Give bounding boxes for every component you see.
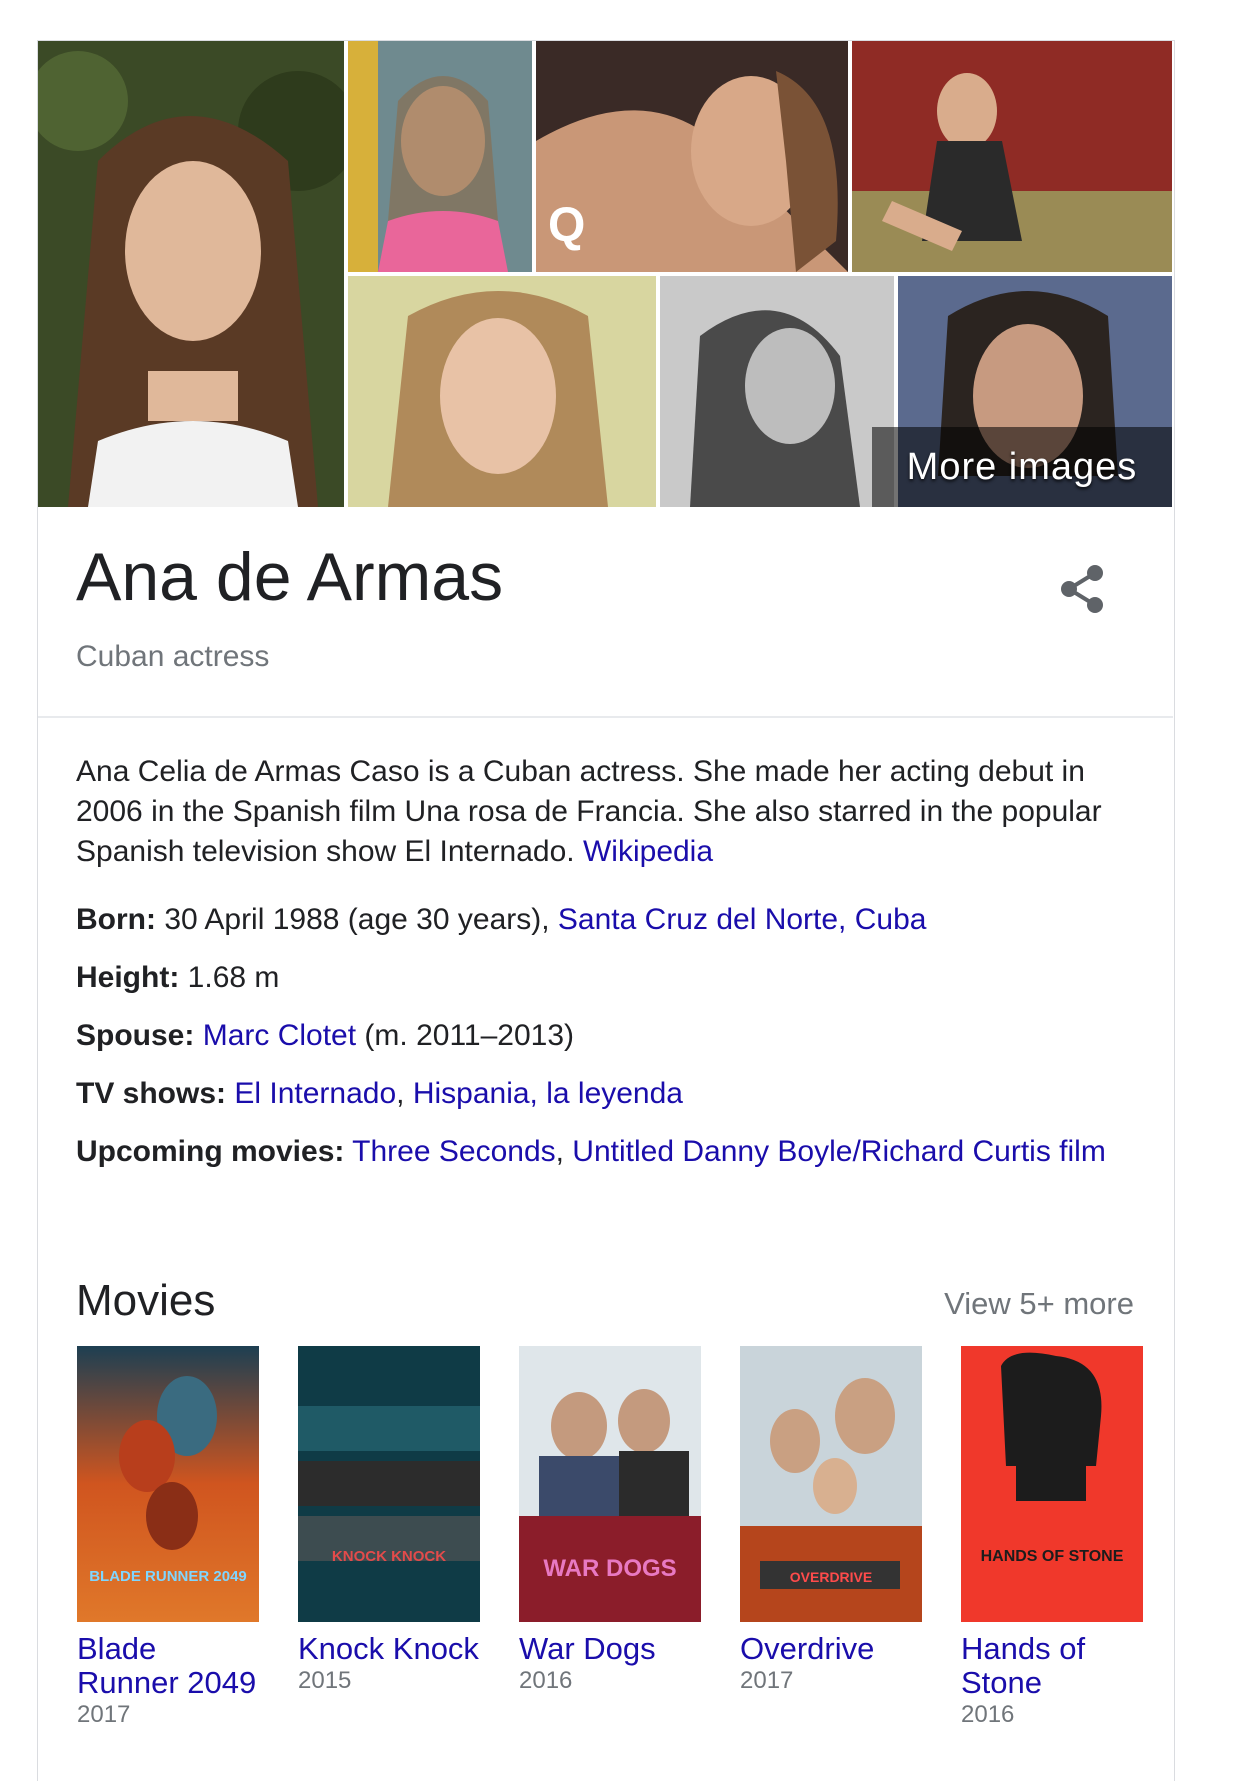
movie-poster[interactable]: WAR DOGS	[519, 1346, 701, 1622]
gallery-image-6[interactable]	[660, 276, 894, 507]
movie-year: 2016	[519, 1667, 573, 1694]
fact-born: Born: 30 April 1988 (age 30 years), Sant…	[76, 900, 1146, 940]
image-gallery: Q More images	[38, 41, 1172, 507]
movie-title[interactable]: Hands of Stone	[961, 1632, 1143, 1700]
movie-poster[interactable]: KNOCK KNOCK	[298, 1346, 480, 1622]
entity-subtitle: Cuban actress	[76, 640, 270, 673]
movie-poster[interactable]: HANDS OF STONE	[961, 1346, 1143, 1622]
birthplace-link[interactable]: Santa Cruz del Norte, Cuba	[558, 903, 927, 936]
poster-title: HANDS OF STONE	[981, 1548, 1124, 1565]
fact-value: (m. 2011–2013)	[364, 1019, 574, 1052]
poster-title: BLADE RUNNER 2049	[89, 1568, 247, 1585]
fact-height: Height: 1.68 m	[76, 958, 1146, 998]
fact-label: Born:	[76, 903, 156, 936]
poster-title: OVERDRIVE	[790, 1569, 872, 1585]
section-divider	[38, 716, 1173, 718]
share-icon[interactable]	[1055, 562, 1109, 616]
gallery-image-4[interactable]	[852, 41, 1172, 272]
fact-label: Spouse:	[76, 1019, 195, 1052]
movie-card[interactable]: KNOCK KNOCK Knock Knock 2015	[298, 1346, 480, 1696]
gallery-image-2[interactable]	[348, 41, 532, 272]
movie-card[interactable]: BLADE RUNNER 2049 Blade Runner 2049 2017	[77, 1346, 259, 1730]
upcoming-movie-link[interactable]: Three Seconds	[352, 1135, 555, 1168]
movie-poster[interactable]: OVERDRIVE	[740, 1346, 922, 1622]
gallery-image-5[interactable]	[348, 276, 656, 507]
entity-title: Ana de Armas	[76, 539, 504, 615]
poster-title: KNOCK KNOCK	[332, 1548, 446, 1565]
movie-card[interactable]: HANDS OF STONE Hands of Stone 2016	[961, 1346, 1143, 1730]
gallery-image-main[interactable]	[38, 41, 344, 507]
spouse-link[interactable]: Marc Clotet	[203, 1019, 356, 1052]
movie-title[interactable]: Overdrive	[740, 1632, 922, 1666]
poster-title: WAR DOGS	[543, 1555, 676, 1582]
movie-card[interactable]: OVERDRIVE Overdrive 2017	[740, 1346, 922, 1696]
movie-year: 2015	[298, 1667, 352, 1694]
svg-text:Q: Q	[548, 199, 585, 252]
wikipedia-link[interactable]: Wikipedia	[583, 835, 713, 868]
movie-year: 2017	[77, 1701, 131, 1728]
fact-label: Upcoming movies:	[76, 1135, 345, 1168]
upcoming-movie-link[interactable]: Untitled Danny Boyle/Richard Curtis film	[572, 1135, 1106, 1168]
fact-tv-shows: TV shows: El Internado, Hispania, la ley…	[76, 1077, 683, 1110]
movie-year: 2017	[740, 1667, 794, 1694]
tv-show-link[interactable]: Hispania, la leyenda	[413, 1077, 683, 1110]
movie-title[interactable]: War Dogs	[519, 1632, 701, 1666]
movie-title[interactable]: Blade Runner 2049	[77, 1632, 259, 1700]
gallery-image-3[interactable]: Q	[536, 41, 848, 272]
movies-heading: Movies	[76, 1276, 216, 1325]
fact-label: TV shows:	[76, 1077, 227, 1110]
tv-show-link[interactable]: El Internado	[234, 1077, 396, 1110]
fact-spouse: Spouse: Marc Clotet (m. 2011–2013)	[76, 1016, 1146, 1056]
fact-value: 1.68 m	[187, 961, 280, 994]
movie-poster[interactable]: BLADE RUNNER 2049	[77, 1346, 259, 1622]
fact-upcoming-movies: Upcoming movies: Three Seconds, Untitled…	[76, 1135, 1106, 1168]
movie-card[interactable]: WAR DOGS War Dogs 2016	[519, 1346, 701, 1696]
view-more-movies-link[interactable]: View 5+ more	[944, 1286, 1134, 1322]
fact-value: 30 April 1988 (age 30 years),	[164, 903, 550, 936]
entity-description: Ana Celia de Armas Caso is a Cuban actre…	[76, 752, 1146, 872]
movie-year: 2016	[961, 1701, 1015, 1728]
facts-list: Born: 30 April 1988 (age 30 years), Sant…	[76, 900, 1146, 1190]
movie-title[interactable]: Knock Knock	[298, 1632, 480, 1666]
more-images-button[interactable]: More images	[872, 427, 1172, 507]
fact-label: Height:	[76, 961, 180, 994]
